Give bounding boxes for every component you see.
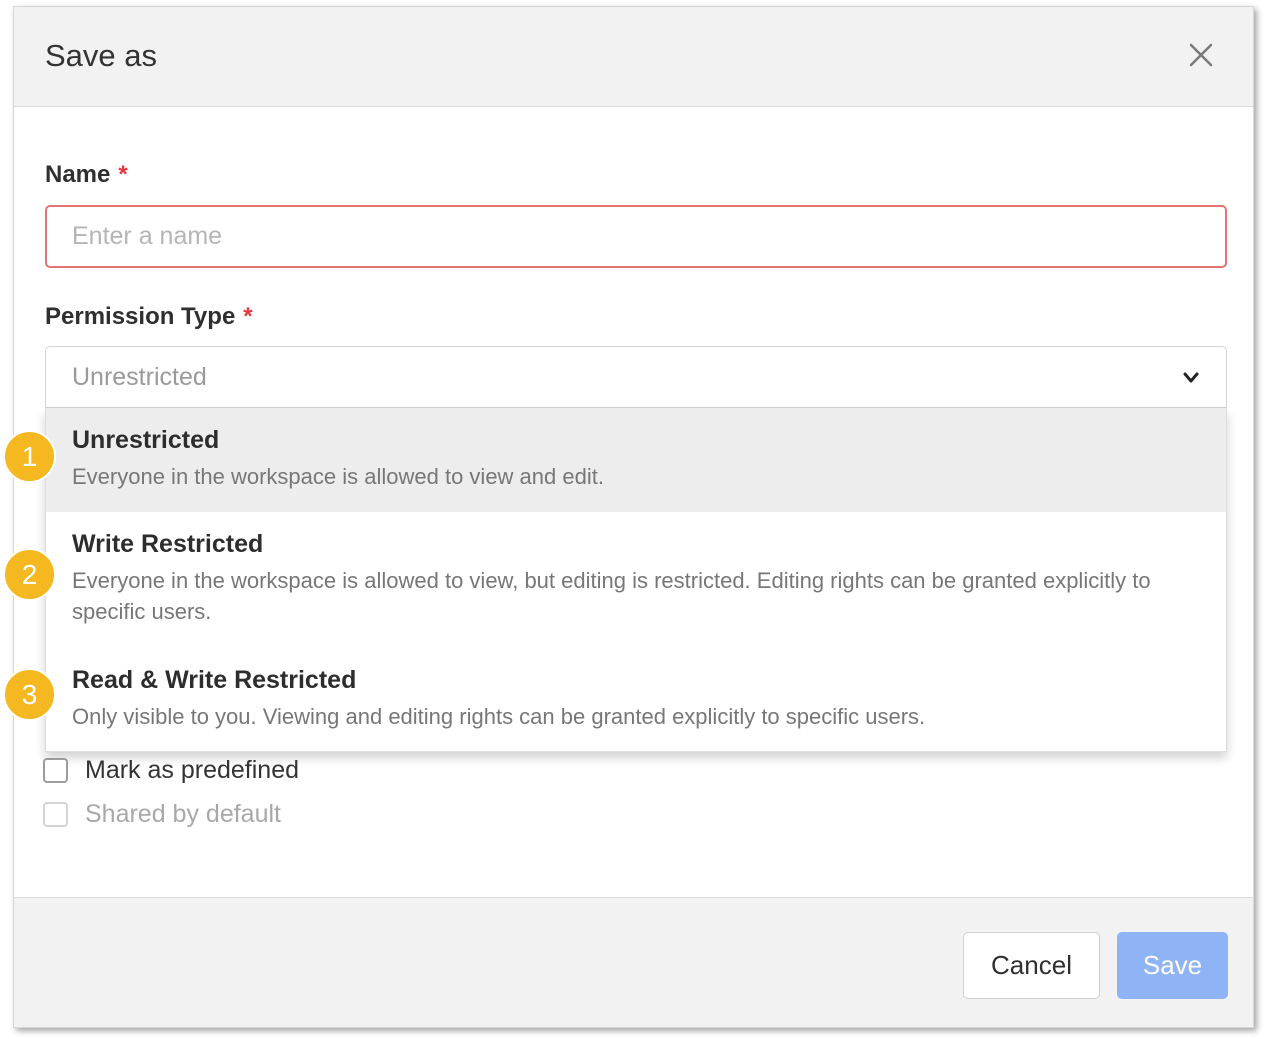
- permission-type-dropdown: Unrestricted Everyone in the workspace i…: [45, 408, 1227, 752]
- name-label-text: Name: [45, 161, 111, 188]
- annotation-badge-2: 2: [3, 548, 56, 601]
- option-title: Read & Write Restricted: [72, 666, 357, 694]
- option-title: Write Restricted: [72, 530, 264, 558]
- permission-type-select[interactable]: Unrestricted: [45, 346, 1227, 408]
- dialog-header: Save as: [14, 7, 1253, 107]
- name-input[interactable]: [45, 205, 1227, 268]
- option-description: Only visible to you. Viewing and editing…: [72, 704, 926, 729]
- name-required-mark: *: [118, 161, 128, 188]
- option-read-write-restricted[interactable]: Read & Write Restricted Only visible to …: [46, 648, 1226, 752]
- dialog-title: Save as: [45, 38, 158, 73]
- mark-as-predefined-label: Mark as predefined: [85, 755, 300, 784]
- option-description: Everyone in the workspace is allowed to …: [72, 568, 1151, 624]
- permission-type-label: Permission Type *: [45, 303, 253, 331]
- save-as-dialog: Save as Name * Permission Type * Unrestric…: [13, 6, 1254, 1028]
- shared-by-default-label: Shared by default: [85, 799, 281, 828]
- cancel-button[interactable]: Cancel: [963, 932, 1100, 999]
- permission-type-label-text: Permission Type: [45, 303, 236, 330]
- option-unrestricted[interactable]: Unrestricted Everyone in the workspace i…: [46, 408, 1226, 512]
- permission-type-selected-value: Unrestricted: [72, 363, 207, 391]
- shared-by-default-row: Shared by default: [43, 799, 281, 829]
- option-title: Unrestricted: [72, 426, 220, 454]
- permission-required-mark: *: [243, 303, 253, 330]
- chevron-down-icon: [1183, 372, 1199, 383]
- mark-as-predefined-checkbox[interactable]: [43, 757, 68, 783]
- close-icon: [1189, 43, 1213, 67]
- annotation-badge-1: 1: [3, 430, 56, 483]
- annotation-badge-3: 3: [3, 668, 56, 721]
- close-button[interactable]: [1187, 41, 1215, 69]
- option-write-restricted[interactable]: Write Restricted Everyone in the workspa…: [46, 512, 1226, 648]
- shared-by-default-checkbox[interactable]: [43, 801, 68, 827]
- mark-as-predefined-row: Mark as predefined: [43, 755, 299, 785]
- name-label: Name *: [45, 161, 128, 189]
- option-description: Everyone in the workspace is allowed to …: [72, 464, 604, 489]
- dialog-footer: Cancel Save: [14, 897, 1253, 1027]
- save-button[interactable]: Save: [1117, 932, 1228, 999]
